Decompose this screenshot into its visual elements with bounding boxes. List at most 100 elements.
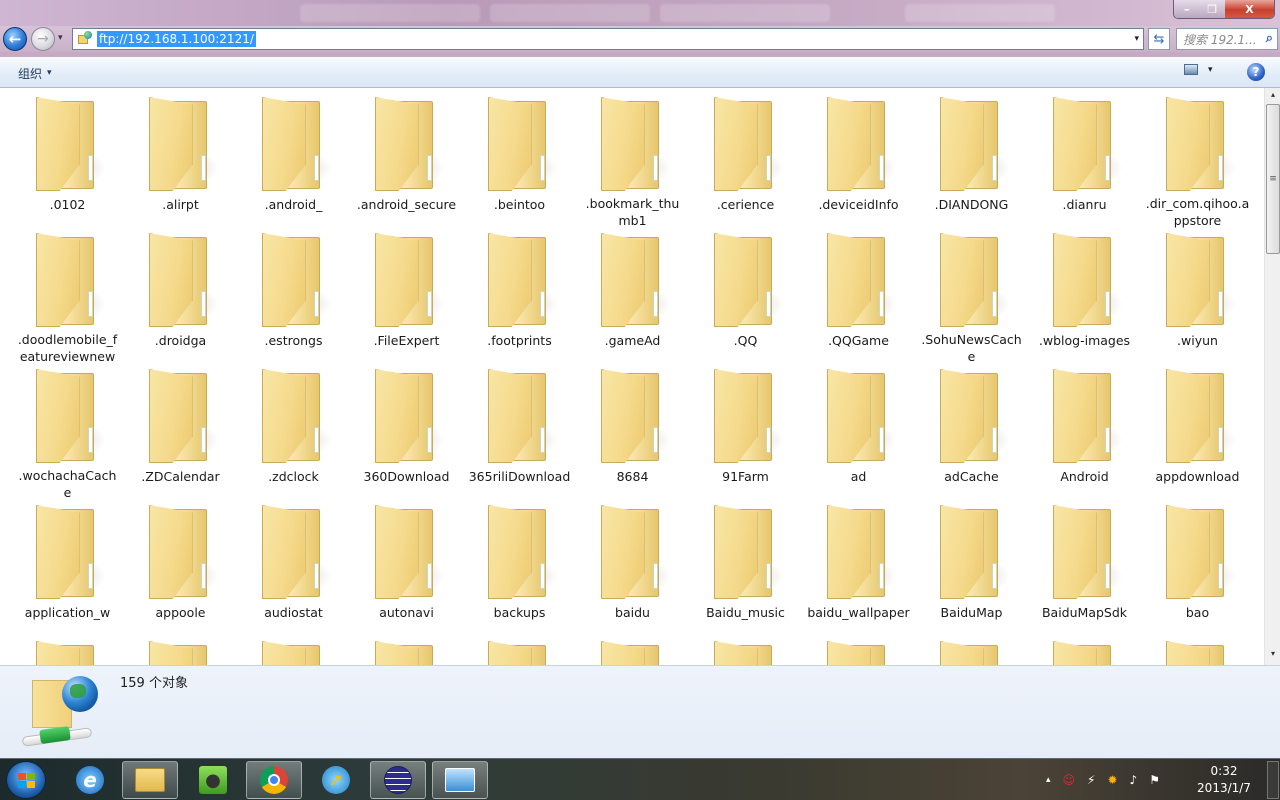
- folder-item[interactable]: .cerience: [689, 93, 802, 229]
- folder-item[interactable]: ad: [802, 365, 915, 501]
- folder-item[interactable]: .android_secure: [350, 93, 463, 229]
- show-desktop-button[interactable]: [1267, 761, 1279, 799]
- folder-item[interactable]: [1028, 637, 1141, 665]
- qq-icon[interactable]: ☺: [1063, 773, 1076, 787]
- folder-item[interactable]: .QQ: [689, 229, 802, 365]
- action-center-flag-icon[interactable]: ⚑: [1149, 773, 1160, 787]
- folder-item[interactable]: .beintoo: [463, 93, 576, 229]
- folder-icon: [698, 93, 794, 193]
- folder-item[interactable]: 360Download: [350, 365, 463, 501]
- folder-item[interactable]: [689, 637, 802, 665]
- folder-item[interactable]: .wblog-images: [1028, 229, 1141, 365]
- folder-item[interactable]: appoole: [124, 501, 237, 637]
- folder-name: .FileExpert: [373, 333, 440, 348]
- folder-item[interactable]: baidu: [576, 501, 689, 637]
- close-button[interactable]: X: [1224, 0, 1274, 18]
- folder-item[interactable]: [11, 637, 124, 665]
- folder-item[interactable]: [237, 637, 350, 665]
- forward-button[interactable]: →: [31, 27, 55, 51]
- address-text[interactable]: ftp://192.168.1.100:2121/: [97, 31, 256, 47]
- folder-item[interactable]: Android: [1028, 365, 1141, 501]
- clock[interactable]: 0:32 2013/1/7: [1196, 763, 1252, 797]
- network-icon[interactable]: ✹: [1107, 773, 1117, 787]
- organize-menu-button[interactable]: 组织 ▾: [12, 63, 58, 83]
- folder-item[interactable]: BaiduMap: [915, 501, 1028, 637]
- evernote-icon: ●: [199, 766, 227, 794]
- help-button[interactable]: ?: [1247, 63, 1265, 81]
- folder-item[interactable]: Baidu_music: [689, 501, 802, 637]
- minimize-button[interactable]: –: [1174, 0, 1200, 18]
- folder-item[interactable]: [1141, 637, 1254, 665]
- folder-item[interactable]: .FileExpert: [350, 229, 463, 365]
- volume-icon[interactable]: ♪: [1130, 773, 1138, 787]
- folder-name: BaiduMapSdk: [1041, 605, 1128, 620]
- folder-icon: [1150, 365, 1246, 465]
- folder-name: baidu: [615, 605, 650, 620]
- folder-name: 91Farm: [722, 469, 769, 484]
- folder-item[interactable]: .ZDCalendar: [124, 365, 237, 501]
- folder-item[interactable]: [124, 637, 237, 665]
- folder-item[interactable]: .estrongs: [237, 229, 350, 365]
- taskbar-chrome[interactable]: [246, 761, 302, 799]
- scroll-up-arrow-icon[interactable]: ▴: [1265, 90, 1280, 104]
- folder-item[interactable]: 91Farm: [689, 365, 802, 501]
- folder-item[interactable]: .wochachaCache: [11, 365, 124, 501]
- folder-item[interactable]: baidu_wallpaper: [802, 501, 915, 637]
- search-input[interactable]: 搜索 192.1... ⌕: [1176, 28, 1278, 50]
- folder-item[interactable]: .doodlemobile_featureviewnew: [11, 229, 124, 365]
- vertical-scrollbar[interactable]: ▴ ≡ ▾: [1264, 88, 1280, 665]
- change-view-button[interactable]: ▾: [1184, 64, 1213, 75]
- taskbar-maxthon[interactable]: ➚: [308, 761, 364, 799]
- folder-item[interactable]: [463, 637, 576, 665]
- folder-item[interactable]: application_w: [11, 501, 124, 637]
- folder-item[interactable]: .bookmark_thumb1: [576, 93, 689, 229]
- folder-item[interactable]: [576, 637, 689, 665]
- folder-item[interactable]: .footprints: [463, 229, 576, 365]
- taskbar-eclipse[interactable]: [370, 761, 426, 799]
- show-hidden-icons-button[interactable]: ▴: [1046, 775, 1051, 785]
- scroll-down-arrow-icon[interactable]: ▾: [1265, 649, 1280, 663]
- address-dropdown-icon[interactable]: ▾: [1134, 34, 1139, 44]
- taskbar-internet-explorer[interactable]: e: [62, 761, 118, 799]
- folder-icon: [811, 229, 907, 329]
- folder-item[interactable]: .0102: [11, 93, 124, 229]
- folder-item[interactable]: .droidga: [124, 229, 237, 365]
- folder-item[interactable]: .zdclock: [237, 365, 350, 501]
- folder-item[interactable]: .SohuNewsCache: [915, 229, 1028, 365]
- folder-item[interactable]: .wiyun: [1141, 229, 1254, 365]
- taskbar-windows-explorer[interactable]: [122, 761, 178, 799]
- folder-icon: [924, 365, 1020, 465]
- folder-item[interactable]: .gameAd: [576, 229, 689, 365]
- recent-pages-dropdown[interactable]: ▾: [58, 33, 63, 43]
- folder-item[interactable]: .alirpt: [124, 93, 237, 229]
- folder-item[interactable]: .dianru: [1028, 93, 1141, 229]
- restore-button[interactable]: ❐: [1199, 0, 1225, 18]
- chevron-down-icon[interactable]: ▾: [1208, 65, 1213, 75]
- folder-item[interactable]: adCache: [915, 365, 1028, 501]
- power-icon[interactable]: ⚡: [1087, 773, 1095, 787]
- folder-item[interactable]: .DIANDONG: [915, 93, 1028, 229]
- folder-item[interactable]: .dir_com.qihoo.appstore: [1141, 93, 1254, 229]
- folder-item[interactable]: 8684: [576, 365, 689, 501]
- folder-item[interactable]: BaiduMapSdk: [1028, 501, 1141, 637]
- search-icon[interactable]: ⌕: [1266, 31, 1273, 46]
- taskbar-evernote[interactable]: ●: [185, 761, 241, 799]
- folder-item[interactable]: backups: [463, 501, 576, 637]
- folder-item[interactable]: [802, 637, 915, 665]
- folder-item[interactable]: .deviceidInfo: [802, 93, 915, 229]
- folder-item[interactable]: .android_: [237, 93, 350, 229]
- folder-item[interactable]: [915, 637, 1028, 665]
- taskbar-control-panel[interactable]: [432, 761, 488, 799]
- address-bar[interactable]: ftp://192.168.1.100:2121/ ▾: [72, 28, 1144, 50]
- folder-item[interactable]: bao: [1141, 501, 1254, 637]
- back-button[interactable]: ←: [3, 27, 27, 51]
- start-button[interactable]: [6, 761, 46, 799]
- folder-item[interactable]: .QQGame: [802, 229, 915, 365]
- folder-item[interactable]: appdownload: [1141, 365, 1254, 501]
- folder-item[interactable]: audiostat: [237, 501, 350, 637]
- folder-item[interactable]: autonavi: [350, 501, 463, 637]
- folder-item[interactable]: [350, 637, 463, 665]
- scrollbar-thumb[interactable]: ≡: [1266, 104, 1280, 254]
- folder-item[interactable]: 365riliDownload: [463, 365, 576, 501]
- refresh-button[interactable]: ⇆: [1148, 28, 1170, 50]
